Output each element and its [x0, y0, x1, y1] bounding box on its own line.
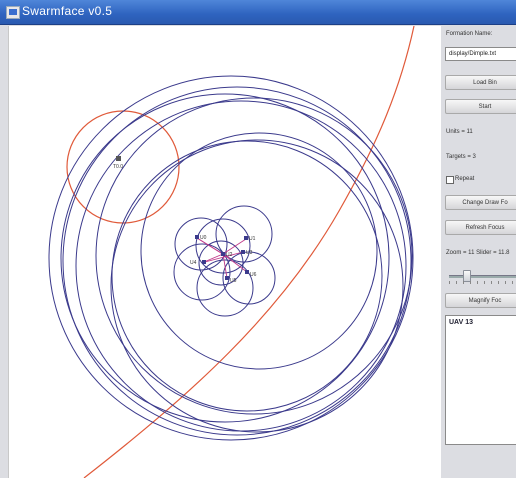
magnify-focus-button[interactable]: Magnify Foc — [445, 293, 516, 308]
window-title: Swarmface v0.5 — [22, 4, 113, 18]
unit-square — [221, 252, 225, 256]
targets-count: Targets = 3 — [446, 154, 476, 160]
unit-square — [202, 260, 206, 264]
coverage-circle — [110, 139, 404, 433]
unit-marker[interactable]: U6 — [245, 270, 257, 278]
unit-square — [195, 235, 199, 239]
unit-marker[interactable]: U3 — [241, 250, 253, 256]
unit-square — [241, 250, 245, 254]
start-button[interactable]: Start — [445, 99, 516, 114]
info-text: UAV 13 — [449, 319, 473, 326]
units-count: Units = 11 — [446, 129, 473, 135]
unit-square — [245, 270, 249, 274]
repeat-checkbox[interactable] — [446, 176, 454, 184]
cluster-circle — [195, 218, 251, 274]
formation-name-field[interactable]: display/Dimple.txt — [445, 47, 516, 61]
title-bar[interactable]: Swarmface v0.5 — [0, 0, 516, 25]
unit-label: U2 — [226, 252, 233, 258]
unit-label: U6 — [250, 272, 257, 278]
target-square — [116, 156, 121, 161]
swarm-drawing: T0.0 U0 U1 U2 U3 U4 U5 U6 — [48, 26, 415, 478]
target-marker[interactable]: T0.0 — [113, 156, 123, 170]
unit-marker[interactable]: U1 — [244, 236, 256, 242]
target-label: T0.0 — [113, 164, 123, 170]
coverage-circle — [95, 97, 413, 415]
control-panel: Formation Name: display/Dimple.txt Load … — [441, 26, 516, 478]
unit-label: U3 — [246, 250, 253, 256]
formation-name-label: Formation Name: — [446, 31, 493, 37]
info-box: UAV 13 — [445, 315, 516, 445]
load-button[interactable]: Load Bin — [445, 75, 516, 90]
refresh-focus-button[interactable]: Refresh Focus — [445, 220, 516, 235]
unit-square — [225, 276, 229, 280]
unit-label: U5 — [230, 278, 237, 284]
coverage-circle — [111, 140, 383, 412]
app-icon — [6, 6, 20, 19]
large-coverage-circles — [48, 75, 414, 441]
swarm-canvas[interactable]: T0.0 U0 U1 U2 U3 U4 U5 U6 — [8, 26, 442, 478]
unit-label: U1 — [249, 236, 256, 242]
unit-label: U4 — [190, 260, 197, 266]
unit-marker[interactable]: U5 — [225, 276, 237, 284]
unit-square — [244, 236, 248, 240]
app-window: Swarmface v0.5 T0.0 U0 U1 U2 U3 U4 U5 U6… — [0, 0, 516, 478]
zoom-readout: Zoom = 11 Slider = 11.8 — [446, 250, 510, 256]
zoom-slider[interactable] — [449, 275, 516, 278]
change-draw-button[interactable]: Change Draw Fo — [445, 195, 516, 210]
unit-label: U0 — [200, 235, 207, 241]
zoom-slider-ticks — [449, 281, 516, 284]
repeat-label: Repeat — [455, 176, 475, 182]
